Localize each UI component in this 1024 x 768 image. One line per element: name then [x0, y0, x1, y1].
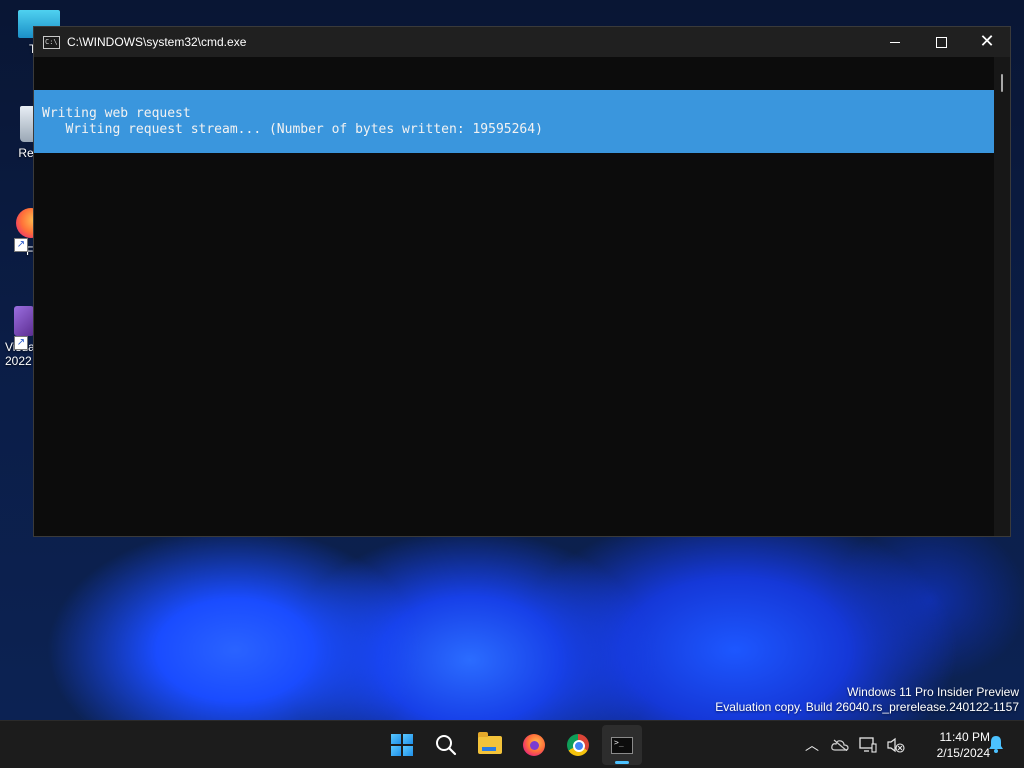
start-button[interactable] [382, 725, 422, 765]
volume-muted-icon [887, 737, 905, 753]
show-hidden-icons-button[interactable]: ︿ [798, 729, 826, 761]
title-bar[interactable]: C:\ C:\WINDOWS\system32\cmd.exe ✕ [34, 27, 1010, 57]
clock-time: 11:40 PM [939, 730, 990, 744]
progress-banner: Writing web request Writing request stre… [34, 90, 994, 153]
search-button[interactable] [426, 725, 466, 765]
bell-icon [989, 736, 1003, 753]
minimize-button[interactable] [872, 27, 918, 57]
cmd-icon: C:\ [43, 35, 60, 49]
network-button[interactable] [854, 729, 882, 761]
windows-logo-icon [391, 734, 413, 756]
system-tray: ︿ [798, 721, 910, 768]
volume-button[interactable] [882, 729, 910, 761]
chrome-button[interactable] [558, 725, 598, 765]
watermark-line-1: Windows 11 Pro Insider Preview [847, 685, 1019, 699]
terminal-button[interactable]: >_ [602, 725, 642, 765]
progress-line-2: Writing request stream... (Number of byt… [42, 122, 543, 137]
active-app-indicator [615, 761, 629, 764]
onedrive-button[interactable] [826, 729, 854, 761]
clock[interactable]: 11:40 PM 2/15/2024 [920, 729, 990, 761]
maximize-icon [935, 36, 947, 48]
shortcut-arrow-icon: ↗ [14, 238, 28, 252]
watermark-line-2: Evaluation copy. Build 26040.rs_prerelea… [715, 700, 1019, 714]
close-button[interactable]: ✕ [964, 27, 1010, 57]
chevron-up-icon: ︿ [805, 737, 819, 753]
file-explorer-button[interactable] [470, 725, 510, 765]
minimize-icon [890, 41, 900, 43]
firefox-icon [523, 734, 545, 756]
folder-icon [478, 732, 502, 754]
window-title: C:\WINDOWS\system32\cmd.exe [67, 35, 247, 49]
cmd-window[interactable]: C:\ C:\WINDOWS\system32\cmd.exe ✕ Writin… [33, 26, 1011, 537]
firefox-button[interactable] [514, 725, 554, 765]
scrollbar-thumb[interactable] [1001, 74, 1003, 92]
close-icon: ✕ [979, 31, 995, 52]
vertical-scrollbar[interactable] [994, 57, 1010, 536]
console-area[interactable]: Writing web request Writing request stre… [34, 57, 994, 536]
chrome-icon [567, 734, 589, 756]
visual-studio-icon [14, 306, 34, 336]
terminal-icon: >_ [611, 736, 633, 754]
notifications-button[interactable] [986, 735, 1006, 755]
network-icon [859, 737, 877, 753]
maximize-button[interactable] [918, 27, 964, 57]
progress-line-1: Writing web request [42, 106, 191, 121]
search-icon [436, 735, 457, 756]
onedrive-icon [831, 739, 849, 751]
clock-date: 2/15/2024 [936, 746, 990, 760]
shortcut-arrow-icon: ↗ [14, 336, 28, 350]
taskbar: >_ ︿ 11:40 PM 2/15/2024 [0, 720, 1024, 768]
evaluation-watermark: Windows 11 Pro Insider Preview Evaluatio… [715, 685, 1019, 715]
